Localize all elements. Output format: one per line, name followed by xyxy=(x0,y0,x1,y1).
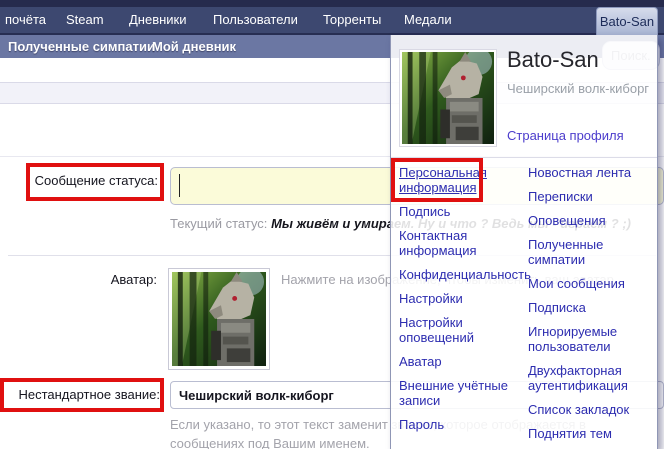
dropdown-user-title: Чеширский волк-киборг xyxy=(507,81,650,96)
menu-item-privacy[interactable]: Конфиденциальность xyxy=(399,267,531,282)
account-tab[interactable]: Bato-San xyxy=(596,7,658,35)
menu-item-my-posts[interactable]: Мои сообщения xyxy=(528,276,654,291)
dropdown-settings-column: Персональная информация Подпись Контактн… xyxy=(399,165,531,441)
menu-item-news-feed[interactable]: Новостная лента xyxy=(528,165,654,180)
nav-item-dnevniki[interactable]: Дневники xyxy=(129,7,187,33)
nav-item-torrenty[interactable]: Торренты xyxy=(323,7,381,33)
dropdown-avatar-image[interactable] xyxy=(399,49,497,147)
dropdown-username: Bato-San xyxy=(507,47,599,72)
menu-item-personal-info[interactable]: Персональная информация xyxy=(399,165,521,195)
dropdown-separator xyxy=(391,157,657,158)
menu-item-preferences[interactable]: Настройки xyxy=(399,291,521,306)
custom-title-label: Нестандартное звание: xyxy=(18,387,160,402)
menu-item-bookmarks[interactable]: Список закладок xyxy=(528,402,654,417)
text-cursor xyxy=(179,174,180,197)
menu-item-likes-received[interactable]: Полученные симпатии xyxy=(528,237,654,267)
menu-item-avatar[interactable]: Аватар xyxy=(399,354,521,369)
nav-item-polzovateli[interactable]: Пользователи xyxy=(213,7,298,33)
app-window: почёта Steam Дневники Пользователи Торре… xyxy=(0,0,664,449)
menu-item-subscription[interactable]: Подписка xyxy=(528,300,654,315)
status-message-label: Сообщение статуса: xyxy=(34,173,158,188)
menu-item-ignored-users[interactable]: Игнорируемые пользователи xyxy=(528,324,654,354)
menu-item-alert-preferences[interactable]: Настройки оповещений xyxy=(399,315,521,345)
nav-item-pocheta[interactable]: почёта xyxy=(5,7,46,33)
avatar-label: Аватар: xyxy=(110,272,157,287)
account-menu-dropdown: Bato-San Чеширский волк-киборг Страница … xyxy=(390,35,658,449)
menu-item-thread-bumps[interactable]: Поднятия тем xyxy=(528,426,654,441)
subnav-item-sympathies[interactable]: Полученные симпатии xyxy=(8,35,155,58)
menu-item-signature[interactable]: Подпись xyxy=(399,204,521,219)
window-top-strip xyxy=(0,0,664,7)
menu-item-external-accounts[interactable]: Внешние учётные записи xyxy=(399,378,521,408)
current-status-label: Текущий статус: xyxy=(170,216,268,231)
menu-item-alerts[interactable]: Оповещения xyxy=(528,213,654,228)
subnav-item-my-blog[interactable]: Мой дневник xyxy=(152,35,236,58)
menu-item-contact-info[interactable]: Контактная информация xyxy=(399,228,521,258)
avatar-image[interactable] xyxy=(168,268,270,370)
menu-item-conversations[interactable]: Переписки xyxy=(528,189,654,204)
main-navbar: почёта Steam Дневники Пользователи Торре… xyxy=(0,7,664,33)
menu-item-password[interactable]: Пароль xyxy=(399,417,521,432)
nav-item-medali[interactable]: Медали xyxy=(404,7,452,33)
dropdown-activity-column: Новостная лента Переписки Оповещения Пол… xyxy=(528,165,654,449)
menu-item-two-factor-auth[interactable]: Двухфакторная аутентификация xyxy=(528,363,654,393)
nav-item-steam[interactable]: Steam xyxy=(66,7,104,33)
profile-page-link[interactable]: Страница профиля xyxy=(507,128,624,143)
